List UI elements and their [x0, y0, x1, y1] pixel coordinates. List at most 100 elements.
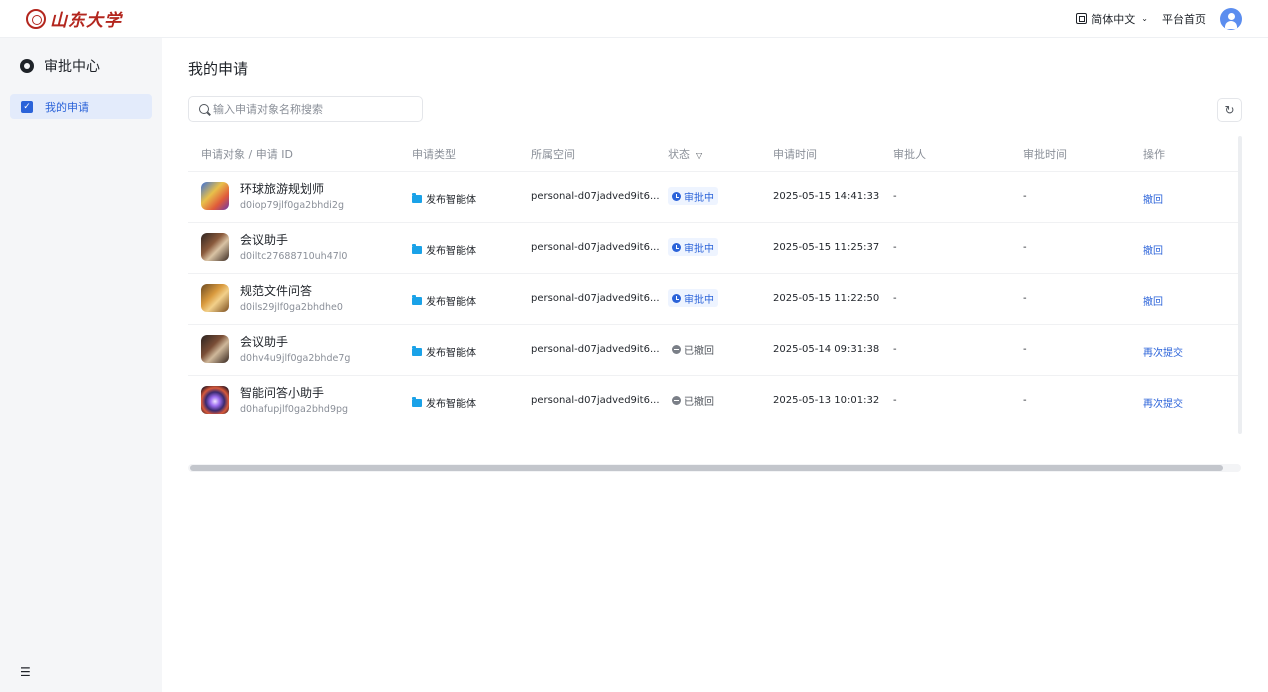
resubmit-link[interactable]: 再次提交 — [1143, 395, 1183, 410]
application-type: 发布智能体 — [412, 242, 476, 257]
filter-icon[interactable]: ▽ — [696, 151, 702, 160]
sidebar-item-my-applications[interactable]: ✓ 我的申请 — [10, 94, 152, 119]
refresh-icon: ↻ — [1224, 103, 1235, 117]
application-id: d0ils29jlf0ga2bhdhe0 — [240, 302, 343, 313]
status-label: 审批中 — [684, 243, 714, 255]
chevron-down-icon: ⌄ — [1141, 14, 1148, 23]
pending-clock-icon — [672, 191, 681, 201]
application-time: 2025-05-15 11:22:50 — [773, 293, 880, 304]
application-time: 2025-05-15 11:25:37 — [773, 242, 880, 253]
column-header-type: 申请类型 — [412, 148, 456, 161]
agent-thumbnail — [201, 284, 229, 312]
approve-time: - — [1023, 395, 1027, 406]
search-icon — [199, 104, 209, 114]
application-time: 2025-05-13 10:01:32 — [773, 395, 880, 406]
approval-center-icon — [20, 59, 34, 73]
pending-clock-icon — [672, 293, 681, 303]
application-time: 2025-05-14 09:31:38 — [773, 344, 880, 355]
agent-name: 环球旅游规划师 — [240, 182, 325, 196]
application-type: 发布智能体 — [412, 191, 476, 206]
table-row: 会议助手 d0iltc27688710uh47l0 发布智能体 personal… — [188, 222, 1241, 273]
top-bar: 山东大学 简体中文 ⌄ 平台首页 — [0, 0, 1268, 38]
table-row: 会议助手 d0hv4u9jlf0ga2bhde7g 发布智能体 personal… — [188, 324, 1241, 375]
space-name: personal-d07jadved9it6... — [531, 344, 660, 355]
status-header-label: 状态 — [668, 148, 690, 161]
sidebar: 审批中心 ✓ 我的申请 ☰ — [0, 38, 162, 692]
revoked-icon — [672, 395, 681, 405]
approver: - — [893, 191, 897, 202]
agent-name: 会议助手 — [240, 233, 289, 247]
approver: - — [893, 242, 897, 253]
table-header: 申请对象 / 申请 ID 申请类型 所属空间 状态 ▽ 申请时间 审批人 审批时间… — [188, 135, 1241, 171]
folder-icon — [412, 294, 422, 305]
applications-table: 申请对象 / 申请 ID 申请类型 所属空间 状态 ▽ 申请时间 审批人 审批时间… — [188, 135, 1241, 426]
table-row: 环球旅游规划师 d0iop79jlf0ga2bhdi2g 发布智能体 perso… — [188, 171, 1241, 222]
application-type: 发布智能体 — [412, 293, 476, 308]
space-name: personal-d07jadved9it6... — [531, 242, 660, 253]
status-badge: 审批中 — [668, 187, 718, 205]
status-badge: 审批中 — [668, 238, 718, 256]
column-header-status: 状态 ▽ — [668, 146, 702, 162]
brand-name: 山东大学 — [50, 11, 122, 31]
table-vertical-scrollbar[interactable] — [1238, 136, 1242, 434]
space-name: personal-d07jadved9it6... — [531, 395, 660, 406]
approve-time: - — [1023, 242, 1027, 253]
application-id: d0iop79jlf0ga2bhdi2g — [240, 200, 345, 211]
sidebar-header: 审批中心 — [20, 56, 100, 76]
column-header-approver: 审批人 — [893, 148, 926, 161]
university-logo[interactable]: 山东大学 — [26, 6, 122, 31]
search-box[interactable] — [188, 96, 423, 122]
revoked-icon — [672, 344, 681, 354]
status-label: 审批中 — [684, 192, 714, 204]
folder-icon — [412, 345, 422, 356]
column-header-approve-time: 审批时间 — [1023, 148, 1067, 161]
agent-thumbnail — [201, 182, 229, 210]
user-avatar[interactable] — [1220, 7, 1242, 30]
language-label: 简体中文 — [1091, 12, 1136, 26]
folder-icon — [412, 396, 422, 407]
agent-name: 规范文件问答 — [240, 284, 313, 298]
application-id: d0iltc27688710uh47l0 — [240, 251, 348, 262]
table-row: 智能问答小助手 d0hafupjlf0ga2bhd9pg 发布智能体 perso… — [188, 375, 1241, 426]
approver: - — [893, 293, 897, 304]
agent-name: 会议助手 — [240, 335, 289, 349]
withdraw-link[interactable]: 撤回 — [1143, 293, 1163, 308]
page-title: 我的申请 — [188, 60, 249, 78]
application-type-label: 发布智能体 — [426, 246, 476, 257]
application-type-label: 发布智能体 — [426, 399, 476, 410]
column-header-time: 申请时间 — [773, 148, 817, 161]
application-type: 发布智能体 — [412, 395, 476, 410]
table-row: 规范文件问答 d0ils29jlf0ga2bhdhe0 发布智能体 person… — [188, 273, 1241, 324]
main-content: 我的申请 ↻ 申请对象 / 申请 ID 申请类型 所属空间 状态 ▽ 申请时间 审… — [162, 38, 1268, 692]
withdraw-link[interactable]: 撤回 — [1143, 242, 1163, 257]
column-header-target: 申请对象 / 申请 ID — [201, 148, 293, 161]
platform-home-link[interactable]: 平台首页 — [1162, 11, 1206, 27]
checkbox-icon: ✓ — [21, 100, 33, 113]
status-label: 已撤回 — [684, 345, 714, 357]
search-input[interactable] — [213, 102, 403, 116]
collapse-sidebar-icon[interactable]: ☰ — [20, 665, 31, 679]
status-badge: 已撤回 — [668, 340, 718, 358]
university-seal-icon — [26, 8, 46, 29]
application-type-label: 发布智能体 — [426, 297, 476, 308]
status-badge: 已撤回 — [668, 391, 718, 409]
table-horizontal-scrollbar[interactable] — [188, 464, 1241, 472]
status-badge: 审批中 — [668, 289, 718, 307]
folder-icon — [412, 243, 422, 254]
language-selector[interactable]: 简体中文 ⌄ — [1076, 11, 1148, 27]
agent-thumbnail — [201, 335, 229, 363]
withdraw-link[interactable]: 撤回 — [1143, 191, 1163, 206]
application-time: 2025-05-15 14:41:33 — [773, 191, 880, 202]
resubmit-link[interactable]: 再次提交 — [1143, 344, 1183, 359]
approver: - — [893, 395, 897, 406]
application-id: d0hv4u9jlf0ga2bhde7g — [240, 353, 351, 364]
agent-thumbnail — [201, 233, 229, 261]
column-header-action: 操作 — [1143, 148, 1165, 161]
application-type-label: 发布智能体 — [426, 348, 476, 359]
refresh-button[interactable]: ↻ — [1217, 98, 1242, 122]
approve-time: - — [1023, 344, 1027, 355]
scrollbar-thumb[interactable] — [190, 465, 1223, 471]
application-type: 发布智能体 — [412, 344, 476, 359]
pending-clock-icon — [672, 242, 681, 252]
language-icon — [1076, 13, 1088, 24]
